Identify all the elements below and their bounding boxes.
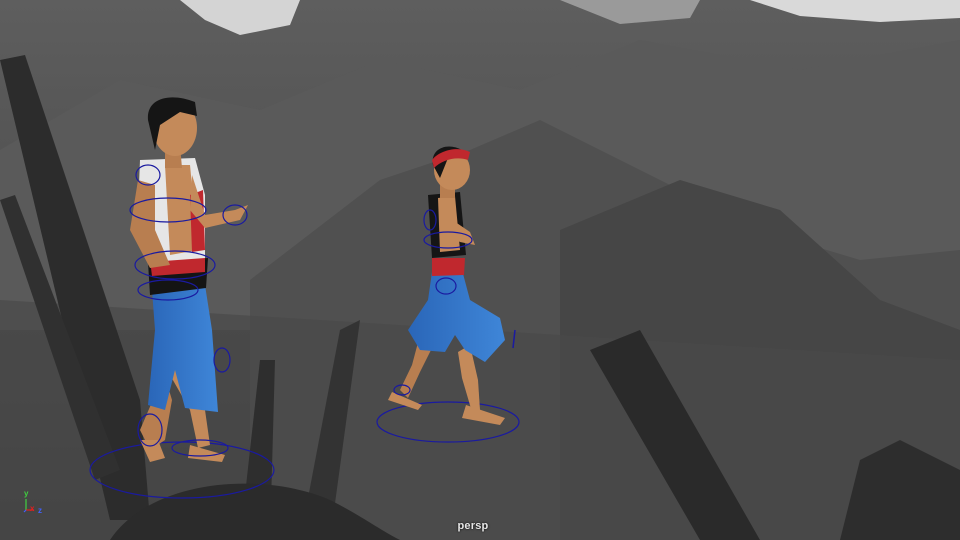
viewport-perspective[interactable]: y x z persp	[0, 0, 960, 540]
scene-3d[interactable]	[0, 0, 960, 540]
sash-red	[432, 258, 465, 276]
view-axis-gizmo: y x z	[14, 488, 50, 520]
y-axis-label: y	[24, 489, 29, 498]
x-axis-label: x	[30, 504, 35, 513]
camera-name-label: persp	[457, 520, 489, 532]
z-axis-line	[23, 509, 27, 513]
pants	[148, 285, 218, 412]
z-axis-label: z	[38, 506, 42, 515]
